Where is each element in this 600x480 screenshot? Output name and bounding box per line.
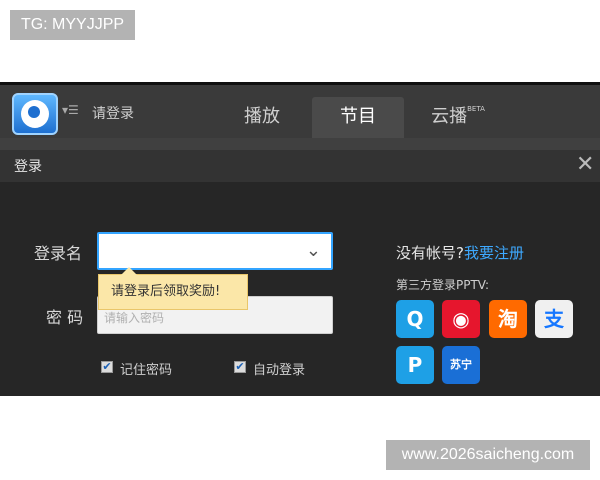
remember-checkbox[interactable]: ✔ bbox=[101, 361, 113, 373]
username-field[interactable]: ⌄ bbox=[97, 232, 333, 270]
username-label: 登录名 bbox=[34, 244, 83, 263]
tab-programs[interactable]: 节目 bbox=[312, 97, 404, 141]
menu-icon[interactable]: ▾☰ bbox=[62, 103, 79, 117]
top-bar: ▾☰ 请登录 播放 节目 云播BETA bbox=[0, 82, 600, 141]
password-label: 密 码 bbox=[46, 308, 84, 327]
alipay-icon[interactable]: 支 bbox=[535, 300, 573, 338]
no-account-label: 没有帐号? bbox=[396, 244, 464, 262]
app-window: ▾☰ 请登录 播放 节目 云播BETA 登录 ✕ 登录名 ⌄ 请输入密码 请登录… bbox=[0, 82, 600, 396]
sub-nav bbox=[0, 138, 600, 150]
tab-cloud[interactable]: 云播BETA bbox=[418, 97, 498, 141]
watermark-top: TG: MYYJJPP bbox=[10, 10, 135, 40]
tab-play[interactable]: 播放 bbox=[230, 97, 294, 141]
third-party-label: 第三方登录PPTV: bbox=[396, 278, 490, 292]
reward-tooltip: 请登录后领取奖励! bbox=[98, 267, 248, 310]
dialog-titlebar: 登录 ✕ bbox=[0, 150, 600, 182]
suning-icon[interactable]: 苏宁 bbox=[442, 346, 480, 384]
pptv-logo-icon[interactable] bbox=[12, 93, 58, 135]
tab-cloud-label: 云播 bbox=[431, 106, 468, 127]
qq-icon[interactable]: Q bbox=[396, 300, 434, 338]
login-link[interactable]: 请登录 bbox=[92, 103, 134, 123]
weibo-icon[interactable]: ◉ bbox=[442, 300, 480, 338]
no-account-text: 没有帐号?我要注册 bbox=[396, 242, 524, 263]
remember-label: 记住密码 bbox=[120, 363, 173, 378]
password-placeholder: 请输入密码 bbox=[104, 311, 165, 325]
close-icon[interactable]: ✕ bbox=[576, 152, 594, 177]
autologin-label: 自动登录 bbox=[253, 363, 306, 378]
chevron-down-icon[interactable]: ⌄ bbox=[306, 240, 321, 261]
register-link[interactable]: 我要注册 bbox=[464, 244, 524, 262]
dialog-title: 登录 bbox=[14, 159, 42, 175]
pptv-icon[interactable]: P bbox=[396, 346, 434, 384]
autologin-checkbox[interactable]: ✔ bbox=[234, 361, 246, 373]
login-dialog: 登录 ✕ 登录名 ⌄ 请输入密码 请登录后领取奖励! 密 码 ✔ 记住密码 ✔ … bbox=[0, 150, 600, 396]
taobao-icon[interactable]: 淘 bbox=[489, 300, 527, 338]
beta-badge: BETA bbox=[467, 105, 485, 113]
watermark-bottom: www.2026saicheng.com bbox=[386, 440, 590, 470]
